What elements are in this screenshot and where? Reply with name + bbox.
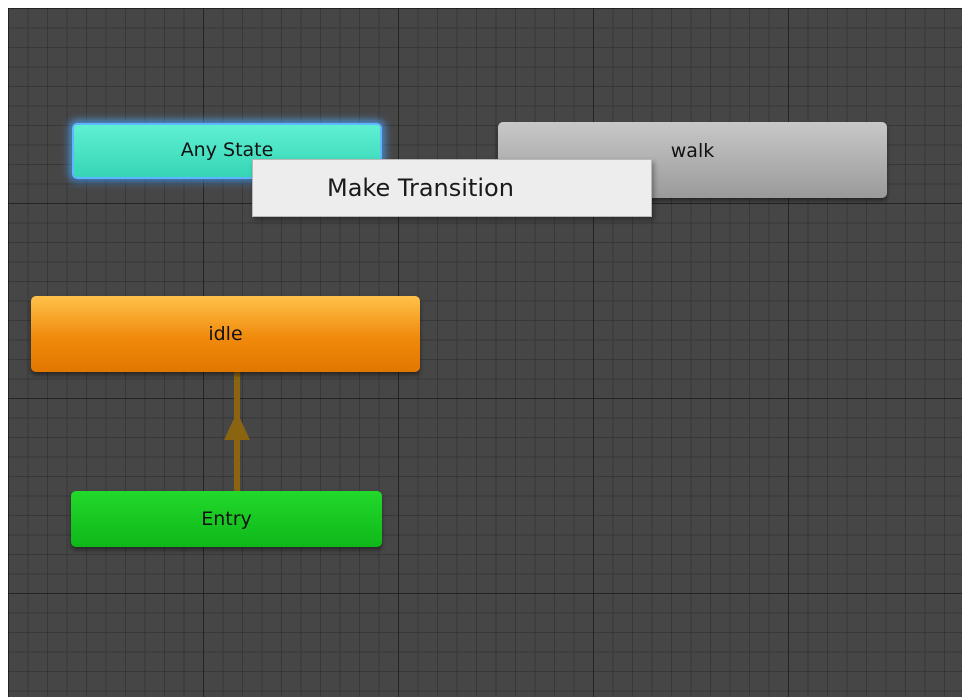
transition-arrow-icon	[224, 412, 250, 440]
state-label-idle: idle	[208, 323, 243, 345]
menu-item-make-transition[interactable]: Make Transition	[253, 160, 651, 216]
state-label-any-state: Any State	[180, 139, 274, 161]
animator-graph-canvas[interactable]: Any State walk idle Entry Make Transitio…	[8, 8, 962, 697]
state-node-idle[interactable]: idle	[31, 296, 420, 372]
menu-item-label: Make Transition	[327, 174, 514, 202]
state-label-entry: Entry	[201, 508, 252, 530]
state-label-walk: walk	[670, 140, 715, 162]
context-menu: Make Transition	[252, 159, 652, 217]
state-node-entry[interactable]: Entry	[71, 491, 382, 547]
